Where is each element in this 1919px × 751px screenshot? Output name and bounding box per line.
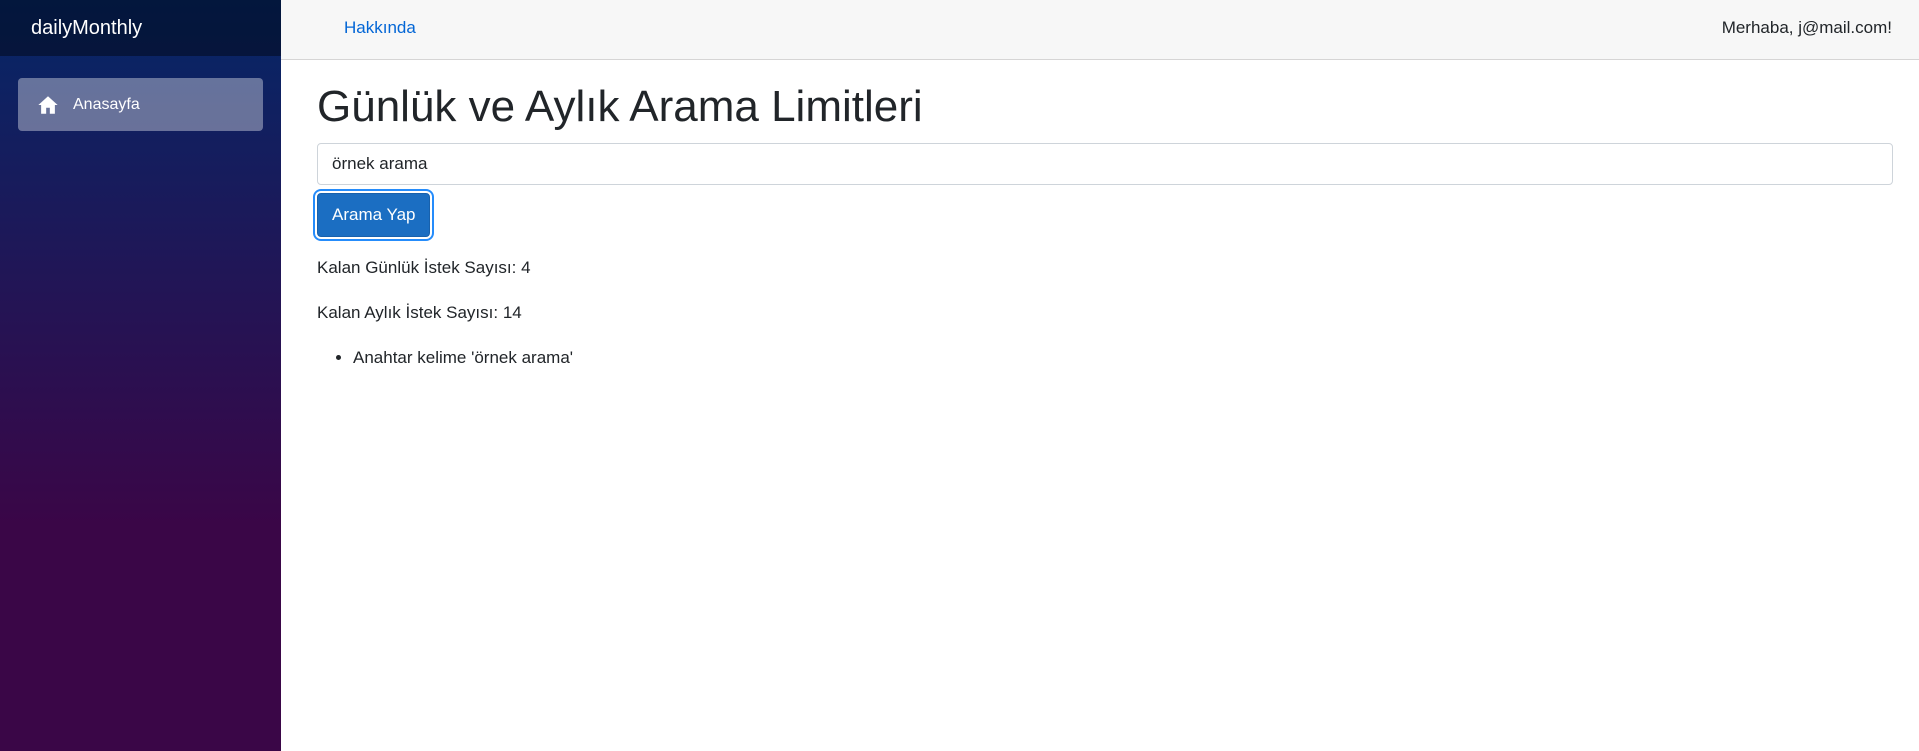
monthly-remaining-text: Kalan Aylık İstek Sayısı: 14 (317, 302, 522, 322)
main-content: Günlük ve Aylık Arama Limitleri Arama Ya… (317, 60, 1893, 371)
sidebar-item-home[interactable]: Anasayfa (18, 78, 263, 131)
home-icon (38, 95, 58, 114)
brand-bar: dailyMonthly (0, 0, 281, 56)
brand-link[interactable]: dailyMonthly (31, 17, 142, 40)
list-item: Anahtar kelime 'örnek arama' (353, 345, 1893, 371)
sidebar: dailyMonthly Anasayfa (0, 0, 281, 751)
page-title: Günlük ve Aylık Arama Limitleri (317, 82, 923, 131)
sidebar-item-label: Anasayfa (73, 95, 140, 113)
search-input[interactable] (317, 142, 1893, 185)
results-list: Anahtar kelime 'örnek arama' (317, 345, 1893, 371)
search-button[interactable]: Arama Yap (317, 192, 431, 237)
user-greeting: Merhaba, j@mail.com! (1721, 18, 1892, 37)
daily-remaining-text: Kalan Günlük İstek Sayısı: 4 (317, 257, 531, 277)
top-row: Hakkında Merhaba, j@mail.com! (281, 0, 1919, 60)
about-link[interactable]: Hakkında (344, 18, 416, 38)
